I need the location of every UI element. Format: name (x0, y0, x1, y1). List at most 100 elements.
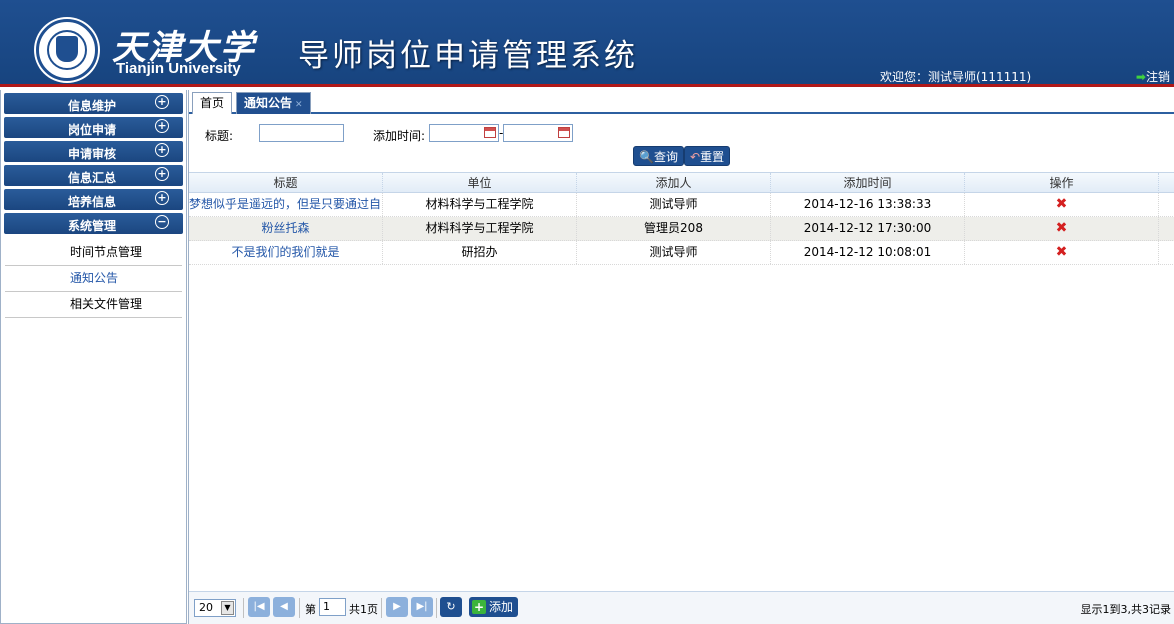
reset-button[interactable]: ↶重置 (684, 146, 731, 166)
logout-link[interactable]: ➡注销 (1136, 68, 1170, 85)
app-header: 天津大学 Tianjin University 导师岗位申请管理系统 欢迎您：测… (0, 0, 1174, 87)
menu-label: 培养信息 (68, 195, 117, 209)
cell-operation: ✖ (965, 193, 1159, 216)
expand-icon: + (155, 119, 169, 133)
cell-time: 2014-12-12 17:30:00 (771, 217, 965, 240)
dropdown-arrow-icon: ▼ (221, 601, 234, 615)
sidebar-item-files[interactable]: 相关文件管理 (5, 292, 182, 318)
table-header: 标题 单位 添加人 添加时间 操作 (189, 172, 1174, 193)
collapse-icon: − (155, 215, 169, 229)
main-panel: 首页 通知公告 ✕ 标题: 添加时间: - 🔍查询 ↶重置 标题 单位 添加人 添… (188, 90, 1174, 624)
delete-icon[interactable]: ✖ (1056, 245, 1068, 259)
col-header-operation: 操作 (965, 173, 1159, 193)
logout-arrow-icon: ➡ (1135, 70, 1146, 84)
sidebar-item-notices[interactable]: 通知公告 (5, 266, 182, 292)
system-title: 导师岗位申请管理系统 (298, 38, 638, 74)
page-size-value: 20 (199, 601, 213, 614)
table-row[interactable]: 粉丝托森 材料科学与工程学院 管理员208 2014-12-12 17:30:0… (189, 217, 1174, 241)
calendar-icon[interactable] (484, 127, 496, 138)
pagination-bar: 20 ▼ |◀ ◀ 第 1 共1页 ▶ ▶| ↻ + 添加 显示1到3,共3记录 (189, 591, 1174, 624)
cell-time: 2014-12-16 13:38:33 (771, 193, 965, 216)
logout-label: 注销 (1145, 70, 1170, 84)
welcome-text: 欢迎您：测试导师(111111) (880, 70, 1032, 84)
refresh-button[interactable]: ↻ (440, 597, 462, 617)
menu-label: 系统管理 (68, 219, 117, 233)
calendar-icon[interactable] (558, 127, 570, 138)
cell-title[interactable]: 粉丝托森 (189, 217, 383, 240)
cell-unit: 研招办 (383, 241, 577, 264)
tab-notice-label: 通知公告 (244, 96, 293, 110)
menu-position-apply[interactable]: 岗位申请 + (4, 117, 183, 138)
cell-title[interactable]: 梦想似乎是遥远的，但是只要通过自己的 (189, 193, 383, 216)
menu-apply-review[interactable]: 申请审核 + (4, 141, 183, 162)
menu-training-info[interactable]: 培养信息 + (4, 189, 183, 210)
next-page-button[interactable]: ▶ (386, 597, 408, 617)
cell-adder: 测试导师 (577, 241, 771, 264)
last-page-button[interactable]: ▶| (411, 597, 433, 617)
cell-operation: ✖ (965, 217, 1159, 240)
col-header-unit[interactable]: 单位 (383, 173, 577, 193)
notice-table: 标题 单位 添加人 添加时间 操作 梦想似乎是遥远的，但是只要通过自己的 材料科… (189, 172, 1174, 265)
expand-icon: + (155, 191, 169, 205)
menu-label: 信息汇总 (68, 171, 117, 185)
cell-adder: 管理员208 (577, 217, 771, 240)
table-row[interactable]: 不是我们的我们就是 研招办 测试导师 2014-12-12 10:08:01 ✖ (189, 241, 1174, 265)
search-icon: 🔍 (639, 150, 654, 164)
delete-icon[interactable]: ✖ (1056, 197, 1068, 211)
date-from-input[interactable] (429, 124, 499, 142)
table-row[interactable]: 梦想似乎是遥远的，但是只要通过自己的 材料科学与工程学院 测试导师 2014-1… (189, 193, 1174, 217)
first-page-button[interactable]: |◀ (248, 597, 270, 617)
university-name-en: Tianjin University (116, 60, 241, 77)
tab-bar: 首页 通知公告 ✕ (189, 90, 1174, 114)
add-label: 添加 (489, 600, 514, 614)
cell-time: 2014-12-12 10:08:01 (771, 241, 965, 264)
pager-separator (243, 598, 244, 618)
tab-close-icon[interactable]: ✕ (295, 100, 303, 110)
expand-icon: + (155, 143, 169, 157)
col-header-time[interactable]: 添加时间 (771, 173, 965, 193)
title-label: 标题: (205, 129, 234, 143)
menu-label: 信息维护 (68, 99, 117, 113)
sidebar: 信息维护 + 岗位申请 + 申请审核 + 信息汇总 + 培养信息 + 系统管理 − 时间节点… (0, 90, 187, 624)
sidebar-item-time-nodes[interactable]: 时间节点管理 (5, 240, 182, 266)
menu-system-management[interactable]: 系统管理 − (4, 213, 183, 234)
pager-separator (381, 598, 382, 618)
page-number-input[interactable]: 1 (319, 598, 346, 616)
add-button[interactable]: + 添加 (469, 597, 519, 617)
page-size-select[interactable]: 20 ▼ (194, 599, 236, 617)
pager-separator (436, 598, 437, 618)
date-to-input[interactable] (503, 124, 573, 142)
page-total: 共1页 (349, 603, 378, 616)
reset-label: 重置 (700, 150, 725, 164)
cell-unit: 材料科学与工程学院 (383, 217, 577, 240)
tab-notice[interactable]: 通知公告 ✕ (236, 92, 311, 114)
menu-info-maintenance[interactable]: 信息维护 + (4, 93, 183, 114)
university-seal-logo (36, 19, 98, 81)
system-submenu: 时间节点管理 通知公告 相关文件管理 (5, 240, 182, 318)
col-header-title[interactable]: 标题 (189, 173, 383, 193)
menu-label: 申请审核 (68, 147, 117, 161)
cell-adder: 测试导师 (577, 193, 771, 216)
pager-separator (299, 598, 300, 618)
col-header-adder[interactable]: 添加人 (577, 173, 771, 193)
menu-label: 岗位申请 (68, 123, 117, 137)
plus-icon: + (472, 600, 486, 614)
cell-title[interactable]: 不是我们的我们就是 (189, 241, 383, 264)
col-header-filler (1159, 173, 1174, 193)
page-prefix: 第 (305, 603, 316, 616)
search-form: 标题: 添加时间: - (189, 124, 1174, 144)
tab-home[interactable]: 首页 (192, 92, 233, 114)
time-label: 添加时间: (373, 129, 426, 143)
record-info: 显示1到3,共3记录 (1080, 603, 1172, 616)
cell-operation: ✖ (965, 241, 1159, 264)
prev-page-button[interactable]: ◀ (273, 597, 295, 617)
query-label: 查询 (653, 150, 678, 164)
query-button[interactable]: 🔍查询 (633, 146, 684, 166)
undo-icon: ↶ (690, 150, 701, 164)
refresh-icon: ↻ (446, 600, 456, 613)
menu-info-summary[interactable]: 信息汇总 + (4, 165, 183, 186)
expand-icon: + (155, 167, 169, 181)
expand-icon: + (155, 95, 169, 109)
delete-icon[interactable]: ✖ (1056, 221, 1068, 235)
title-input[interactable] (259, 124, 344, 142)
